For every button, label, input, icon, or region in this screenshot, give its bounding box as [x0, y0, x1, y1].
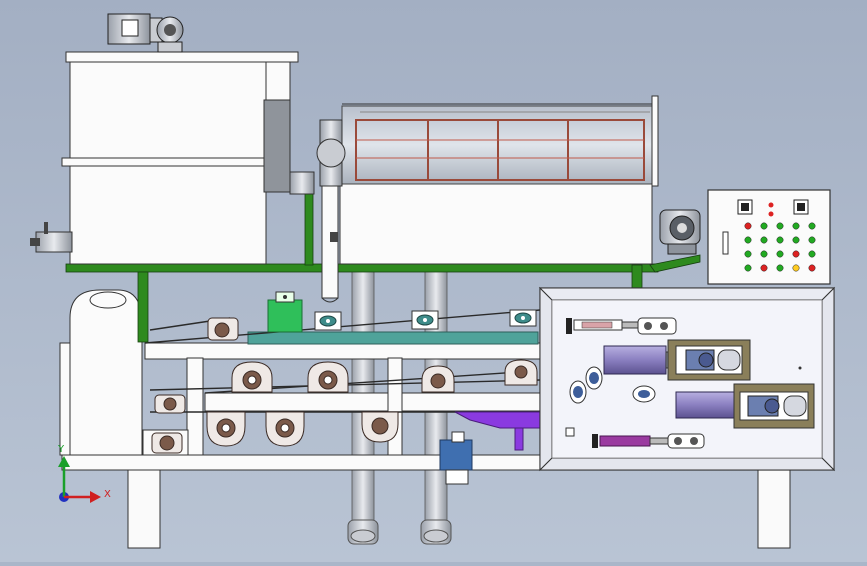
panel-indicator-light [760, 250, 768, 258]
x-axis-label: X [104, 489, 111, 500]
panel-indicator-light [760, 264, 768, 272]
leg-right [757, 467, 791, 549]
panel-indicator-light [792, 222, 800, 230]
roller [206, 411, 246, 447]
roller [265, 411, 305, 447]
left-drive-housing [59, 289, 143, 456]
y-axis-label: Y [57, 444, 65, 455]
roller [504, 359, 538, 386]
roller [231, 361, 273, 393]
panel-indicator-light [744, 250, 752, 258]
panel-indicator-light [776, 222, 784, 230]
panel-indicator-light [808, 250, 816, 258]
magenta-cylinder [592, 433, 705, 449]
panel-indicator-light [792, 264, 800, 272]
panel-indicator-light [808, 236, 816, 244]
panel-indicator-light [744, 222, 752, 230]
panel-indicator-light [808, 222, 816, 230]
panel-indicator-light [792, 236, 800, 244]
panel-indicator-light [744, 236, 752, 244]
panel-indicator-light [744, 264, 752, 272]
cad-assembly-view: X Y [0, 0, 867, 562]
roller [307, 361, 349, 393]
panel-indicator-light [760, 222, 768, 230]
roller [361, 411, 399, 443]
panel-indicator-light [760, 236, 768, 244]
leg-left [127, 467, 161, 549]
panel-indicator-light [776, 264, 784, 272]
panel-indicator-light [808, 264, 816, 272]
roller [151, 432, 183, 454]
roller [207, 317, 239, 341]
control-panel-icon [707, 189, 831, 285]
roller [154, 394, 186, 414]
panel-indicator-light [792, 250, 800, 258]
panel-indicator-light [776, 250, 784, 258]
belt-filter-press-drawing: X Y [0, 0, 867, 562]
hydraulic-cylinder-upper [603, 339, 751, 381]
roller [421, 365, 455, 393]
tensioning-cylinder-box [538, 286, 836, 472]
teal-base-plate [247, 331, 539, 345]
panel-indicator-light [776, 236, 784, 244]
